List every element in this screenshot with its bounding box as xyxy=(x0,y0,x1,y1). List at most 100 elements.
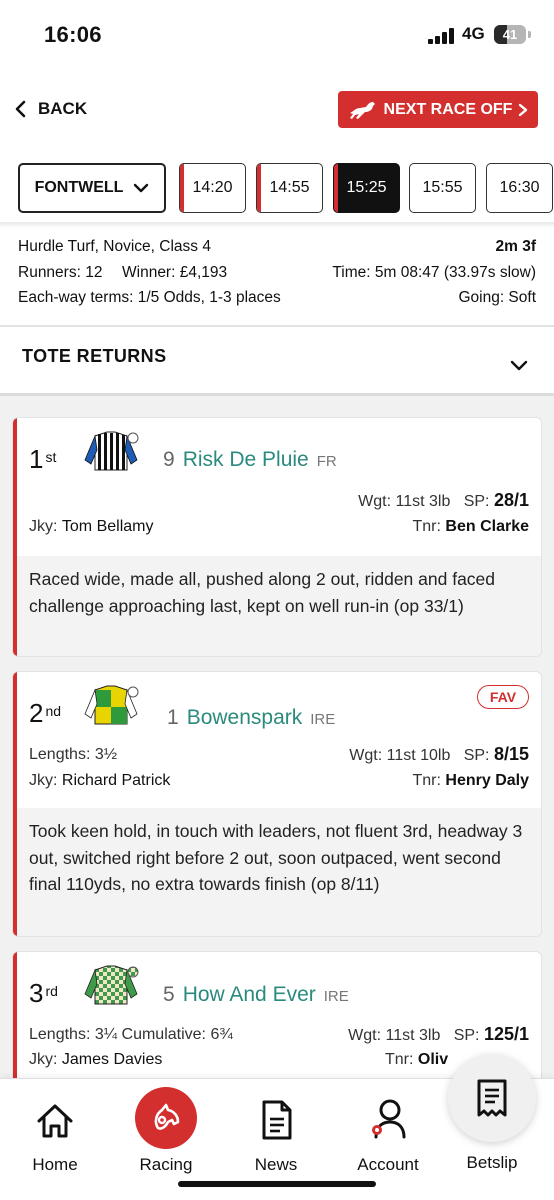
nav-account-label: Account xyxy=(357,1155,419,1174)
betslip-label: Betslip xyxy=(466,1153,518,1172)
trainer-label: Tnr: xyxy=(412,772,441,789)
next-race-off-button[interactable]: NEXT RACE OFF xyxy=(338,91,538,128)
news-icon xyxy=(262,1100,292,1140)
weight-sp: Wgt: 11st 10lb SP: 8/15 xyxy=(349,744,529,765)
weight-sp: Wgt: 11st 3lb SP: 125/1 xyxy=(348,1024,529,1045)
race-time: Time: 5m 08:47 (33.97s slow) xyxy=(332,264,536,281)
finish-position: 3rd xyxy=(29,978,58,1009)
battery-cap xyxy=(528,31,531,38)
jockey-label: Jky: xyxy=(29,772,58,789)
time-tab-1525[interactable]: 15:25 xyxy=(333,163,400,213)
time-tab-label: 15:25 xyxy=(346,179,387,196)
nav-news-label: News xyxy=(254,1155,298,1174)
trainer-label: Tnr: xyxy=(385,1051,414,1068)
nav-racing-label: Racing xyxy=(139,1155,193,1174)
sp-value: 125/1 xyxy=(483,1024,529,1044)
weight-value: 11st 3lb xyxy=(385,1027,441,1044)
time-tab-1555[interactable]: 15:55 xyxy=(409,163,476,213)
trainer: Tnr: Oliv xyxy=(385,1051,448,1069)
trainer: Tnr: Ben Clarke xyxy=(413,518,530,536)
nav-racing[interactable]: Racing xyxy=(116,1079,216,1189)
jockey: Jky: Richard Patrick xyxy=(29,772,170,790)
position-suffix: rd xyxy=(45,983,58,999)
chevron-down-icon[interactable] xyxy=(510,359,528,371)
weight-value: 11st 3lb xyxy=(395,493,451,510)
network-label: 4G xyxy=(462,24,485,43)
position-number: 1 xyxy=(29,444,44,474)
weight-sp: Wgt: 11st 3lb SP: 28/1 xyxy=(358,490,529,511)
finish-position: 2nd xyxy=(29,698,61,729)
runner-country: IRE xyxy=(323,988,349,1005)
jockey-name[interactable]: Tom Bellamy xyxy=(62,518,154,535)
position-number: 3 xyxy=(29,978,44,1008)
weight-label: Wgt: xyxy=(349,747,383,764)
runner-name[interactable]: Risk De Pluie xyxy=(183,448,309,472)
nav-home[interactable]: Home xyxy=(5,1079,105,1189)
jockey: Jky: Tom Bellamy xyxy=(29,518,153,536)
course-name: FONTWELL xyxy=(34,179,124,196)
divider xyxy=(0,325,554,327)
time-tab-label: 14:55 xyxy=(269,179,310,196)
race-comment: Took keen hold, in touch with leaders, n… xyxy=(17,808,541,936)
lengths: Lengths: 3¼ Cumulative: 6¾ xyxy=(29,1026,233,1043)
runner-title: 5 How And Ever IRE xyxy=(163,983,349,1007)
runner-number: 1 xyxy=(167,706,179,729)
trainer-name[interactable]: Henry Daly xyxy=(445,772,529,789)
position-suffix: nd xyxy=(45,703,62,719)
sp-value: 8/15 xyxy=(493,744,529,764)
nav-account[interactable]: Account xyxy=(338,1079,438,1189)
signal-icon xyxy=(428,28,456,44)
back-button[interactable]: BACK xyxy=(14,94,87,124)
horse-icon xyxy=(349,101,375,119)
race-runners: Runners: 12 xyxy=(18,264,103,281)
time-tab-1630[interactable]: 16:30 xyxy=(486,163,553,213)
runner-number: 9 xyxy=(163,448,175,471)
race-comment: Raced wide, made all, pushed along 2 out… xyxy=(17,556,541,656)
nav-news[interactable]: News xyxy=(226,1079,326,1189)
race-info-row-2: Runners: 12 Winner: £4,193 Time: 5m 08:4… xyxy=(18,264,536,282)
trainer-name[interactable]: Oliv xyxy=(418,1051,448,1068)
sp-value: 28/1 xyxy=(493,490,529,510)
runner-title: 9 Risk De Pluie FR xyxy=(163,448,337,472)
time-tab-1455[interactable]: 14:55 xyxy=(256,163,323,213)
course-dropdown[interactable]: FONTWELL xyxy=(18,163,166,213)
status-time: 16:06 xyxy=(44,22,102,47)
trainer-label: Tnr: xyxy=(412,518,441,535)
runner-card[interactable]: 1st 9 Risk De Pluie FR Wgt: 11st 3lb SP:… xyxy=(12,417,542,657)
race-going: Going: Soft xyxy=(458,289,536,306)
sp-label: SP: xyxy=(463,493,490,510)
time-tab-label: 16:30 xyxy=(499,179,540,196)
home-icon xyxy=(37,1104,73,1138)
jockey-name[interactable]: James Davies xyxy=(62,1051,162,1068)
weight-value: 11st 10lb xyxy=(386,747,451,764)
battery-level: 41 xyxy=(502,27,518,42)
runner-card[interactable]: 2nd 1 Bowenspark IRE FAV Lengths: 3½ Wgt… xyxy=(12,671,542,937)
trainer-name[interactable]: Ben Clarke xyxy=(445,518,529,535)
runner-title: 1 Bowenspark IRE xyxy=(167,706,335,730)
jockey: Jky: James Davies xyxy=(29,1051,162,1069)
sp-label: SP: xyxy=(453,1027,480,1044)
finish-position: 1st xyxy=(29,444,56,475)
header-shadow xyxy=(0,222,554,228)
position-number: 2 xyxy=(29,698,44,728)
runner-name[interactable]: How And Ever xyxy=(183,983,316,1007)
account-icon xyxy=(372,1099,406,1139)
lengths: Lengths: 3½ xyxy=(29,746,118,763)
betslip-button[interactable] xyxy=(448,1054,536,1142)
favourite-badge: FAV xyxy=(477,685,529,709)
battery-icon: 41 xyxy=(494,25,526,44)
runner-country: IRE xyxy=(310,711,336,728)
runner-name[interactable]: Bowenspark xyxy=(187,706,303,730)
jockey-label: Jky: xyxy=(29,518,58,535)
race-distance: 2m 3f xyxy=(495,238,537,255)
runner-number: 5 xyxy=(163,983,175,1006)
tote-returns-header[interactable]: TOTE RETURNS xyxy=(22,346,166,367)
back-label: BACK xyxy=(38,99,88,118)
time-tab-1420[interactable]: 14:20 xyxy=(179,163,246,213)
chevron-right-icon xyxy=(519,103,528,116)
time-tab-label: 15:55 xyxy=(422,179,463,196)
position-suffix: st xyxy=(45,449,57,465)
race-info-row-1: Hurdle Turf, Novice, Class 4 2m 3f xyxy=(18,238,536,256)
jockey-name[interactable]: Richard Patrick xyxy=(62,772,170,789)
runner-country: FR xyxy=(316,453,337,470)
